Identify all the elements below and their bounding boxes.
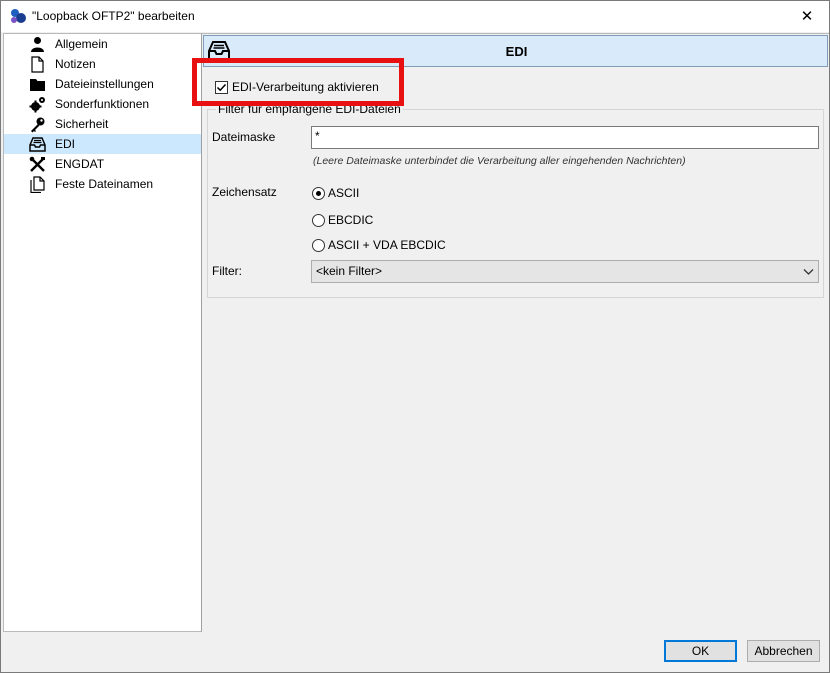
edi-activate-checkbox-row[interactable]: EDI-Verarbeitung aktivieren	[215, 79, 379, 95]
radio-ebcdic[interactable]: EBCDIC	[312, 212, 373, 228]
tree-item-label: Notizen	[55, 57, 96, 71]
tree-item-label: ENGDAT	[55, 157, 105, 171]
tree-item-allgemein[interactable]: Allgemein	[4, 34, 201, 54]
inbox-tray-icon	[29, 137, 46, 152]
app-logo-icon	[11, 9, 26, 23]
radio-label: EBCDIC	[328, 213, 374, 227]
tree-item-label: Dateieinstellungen	[55, 77, 154, 91]
window-title: "Loopback OFTP2" bearbeiten	[32, 9, 195, 23]
radio-ascii[interactable]: ASCII	[312, 185, 359, 201]
gears-icon	[29, 97, 45, 113]
documents-icon	[30, 176, 45, 193]
radio-ascii-vda-ebcdic[interactable]: ASCII + VDA EBCDIC	[312, 237, 446, 253]
edi-activate-label: EDI-Verarbeitung aktivieren	[232, 80, 379, 94]
ok-button[interactable]: OK	[664, 640, 737, 662]
chevron-down-icon	[803, 269, 814, 275]
radio-label: ASCII	[328, 186, 360, 200]
filter-group-title: Filter für empfangene EDI-Dateien	[216, 102, 403, 116]
radio-button[interactable]	[312, 238, 325, 252]
navigation-tree: Allgemein Notizen Dateieinstellungen Son…	[3, 33, 202, 632]
edi-settings-panel: EDI EDI-Verarbeitung aktivieren Filter f…	[202, 33, 829, 632]
button-bar: OK Abbrechen	[1, 632, 829, 672]
filter-select-value: <kein Filter>	[316, 264, 383, 278]
tree-item-edi[interactable]: EDI	[4, 134, 201, 154]
radio-label: ASCII + VDA EBCDIC	[328, 238, 446, 252]
title-bar: "Loopback OFTP2" bearbeiten ✕	[1, 1, 829, 32]
dialog-window: "Loopback OFTP2" bearbeiten ✕ Allgemein …	[0, 0, 830, 673]
tree-item-notizen[interactable]: Notizen	[4, 54, 201, 74]
tools-icon	[29, 156, 45, 172]
edi-activate-checkbox[interactable]	[215, 80, 228, 94]
tree-item-sonderfunktionen[interactable]: Sonderfunktionen	[4, 94, 201, 114]
panel-title: EDI	[505, 44, 528, 59]
tree-item-feste-dateinamen[interactable]: Feste Dateinamen	[4, 174, 201, 194]
tree-item-sicherheit[interactable]: Sicherheit	[4, 114, 201, 134]
dateimaske-hint: (Leere Dateimaske unterbindet die Verarb…	[313, 155, 686, 167]
document-icon	[31, 56, 44, 73]
tree-item-engdat[interactable]: ENGDAT	[4, 154, 201, 174]
filter-select[interactable]: <kein Filter>	[311, 260, 819, 283]
tree-item-dateieinstellungen[interactable]: Dateieinstellungen	[4, 74, 201, 94]
tree-item-label: Allgemein	[55, 37, 108, 51]
checkmark-icon	[216, 83, 227, 91]
dateimaske-input[interactable]: *	[311, 126, 819, 149]
tree-item-label: EDI	[55, 137, 76, 151]
key-icon	[31, 117, 45, 133]
folder-icon	[30, 79, 45, 91]
person-icon	[31, 37, 44, 52]
filter-label: Filter:	[212, 264, 242, 278]
radio-button[interactable]	[312, 186, 325, 200]
tree-item-label: Sonderfunktionen	[55, 97, 150, 111]
tree-item-label: Feste Dateinamen	[55, 177, 154, 191]
dateimaske-label: Dateimaske	[212, 130, 276, 144]
radio-button[interactable]	[312, 213, 325, 227]
close-button[interactable]: ✕	[785, 1, 829, 31]
tree-item-label: Sicherheit	[55, 117, 109, 131]
cancel-button[interactable]: Abbrechen	[747, 640, 820, 662]
close-icon: ✕	[800, 8, 814, 25]
zeichensatz-label: Zeichensatz	[212, 185, 277, 199]
panel-header: EDI	[203, 35, 828, 67]
